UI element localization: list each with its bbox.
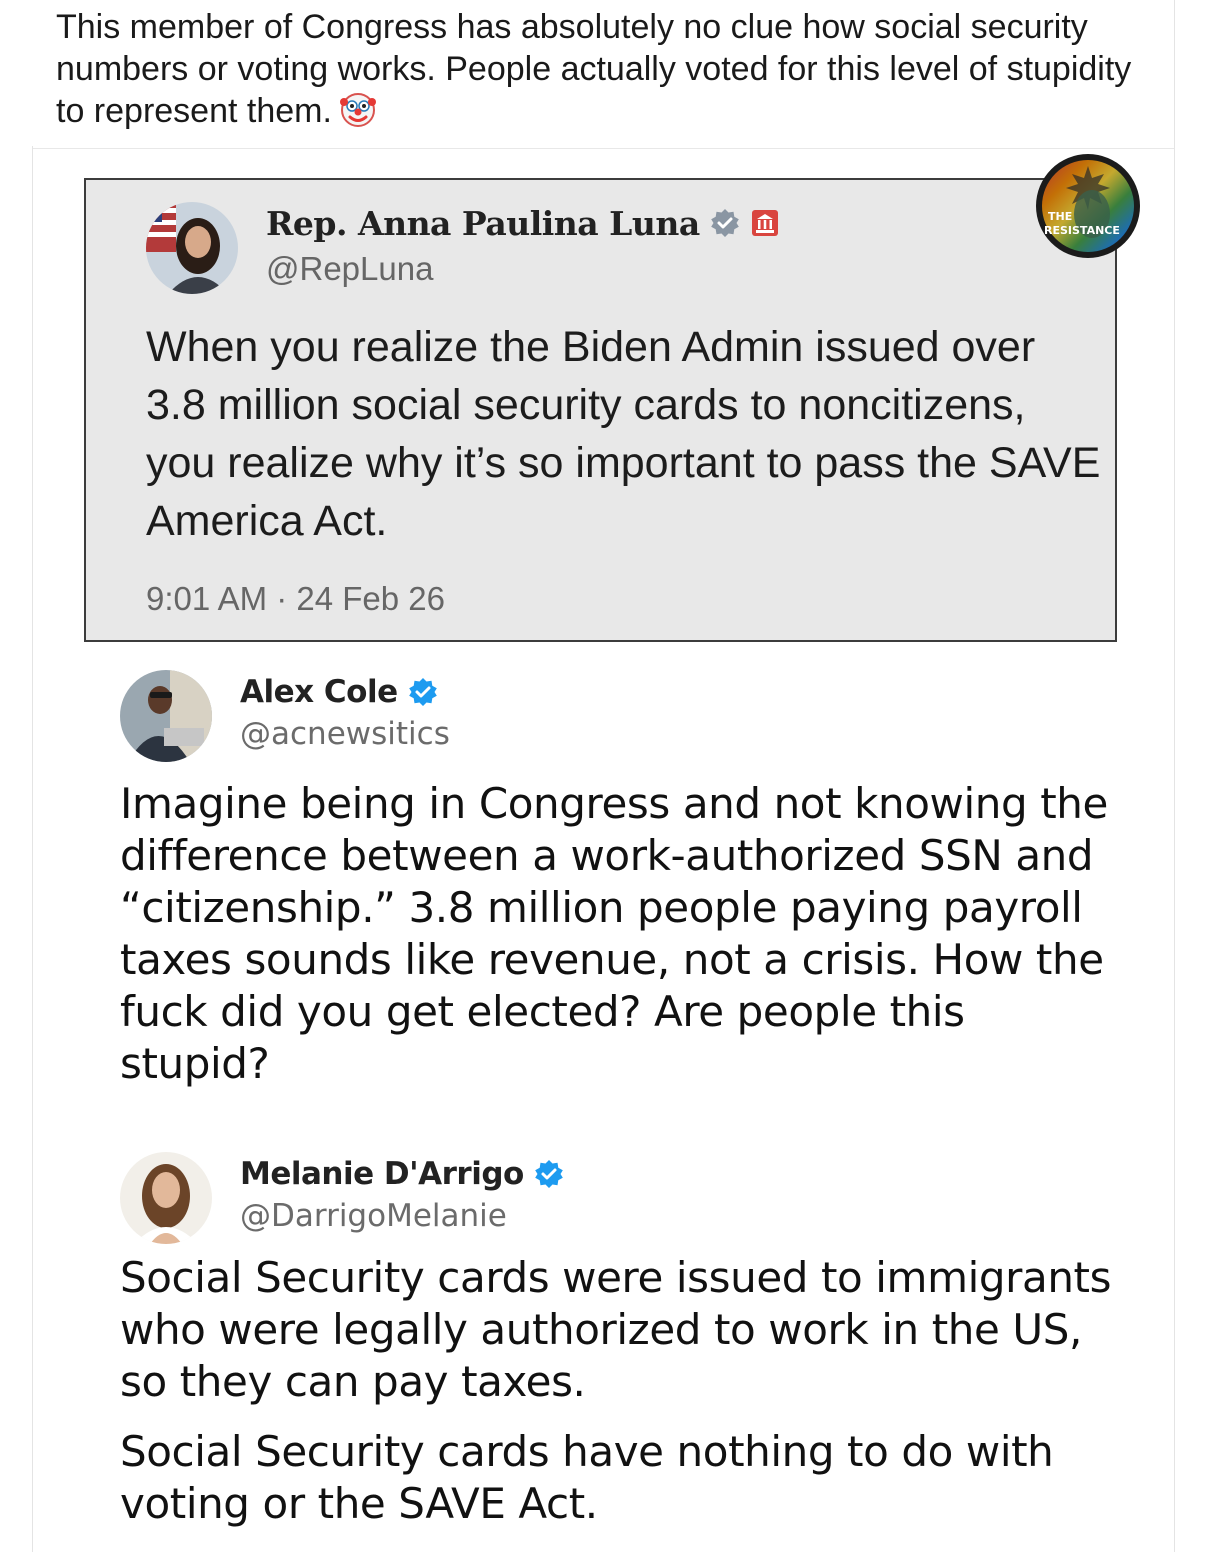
author-handle[interactable]: @DarrigoMelanie — [240, 1198, 507, 1234]
author-row: Alex Cole — [240, 670, 438, 714]
avatar[interactable] — [120, 670, 212, 762]
government-building-icon — [750, 208, 780, 238]
author-handle[interactable]: @RepLuna — [266, 250, 433, 288]
verified-blue-badge-icon — [408, 677, 438, 707]
the-resistance-watermark: THE RESISTANCE — [1034, 152, 1142, 260]
tweet-paragraph: Social Security cards have nothing to do… — [120, 1427, 1054, 1528]
tweet-melanie-darrigo[interactable]: Melanie D'Arrigo @DarrigoMelanie Social … — [120, 1152, 1140, 1552]
frame-border-left — [32, 146, 33, 1552]
author-name[interactable]: Melanie D'Arrigo — [240, 1156, 524, 1192]
author-name[interactable]: Alex Cole — [240, 674, 398, 710]
quoted-tweet-text: When you realize the Biden Admin issued … — [146, 323, 1101, 545]
tweet-paragraph: Social Security cards were issued to imm… — [120, 1253, 1112, 1406]
avatar[interactable] — [146, 202, 238, 294]
author-row: Melanie D'Arrigo — [240, 1152, 564, 1196]
avatar[interactable] — [120, 1152, 212, 1244]
author-name[interactable]: Rep. Anna Paulina Luna — [266, 204, 700, 243]
badge-text-line1: THE — [1048, 210, 1072, 223]
badge-text-line2: RESISTANCE — [1044, 224, 1120, 237]
clown-face-icon — [339, 92, 376, 128]
tweet-text: Imagine being in Congress and not knowin… — [120, 779, 1108, 1088]
frame-border-right — [1174, 0, 1175, 1552]
quoted-tweet-card[interactable]: Rep. Anna Paulina Luna @RepLuna When you… — [84, 178, 1117, 642]
post-caption: This member of Congress has absolutely n… — [56, 6, 1166, 132]
author-handle[interactable]: @acnewsitics — [240, 716, 450, 752]
tweet-timestamp[interactable]: 9:01 AM · 24 Feb 26 — [146, 580, 445, 618]
post-caption-text: This member of Congress has absolutely n… — [56, 8, 1132, 130]
tweet-alex-cole[interactable]: Alex Cole @acnewsitics Imagine being in … — [120, 670, 1140, 1090]
tweet-text: Social Security cards were issued to imm… — [120, 1252, 1120, 1548]
verified-gray-badge-icon — [710, 208, 740, 238]
quoted-author-row: Rep. Anna Paulina Luna — [266, 200, 780, 246]
verified-blue-badge-icon — [534, 1159, 564, 1189]
post-divider — [32, 148, 1175, 149]
